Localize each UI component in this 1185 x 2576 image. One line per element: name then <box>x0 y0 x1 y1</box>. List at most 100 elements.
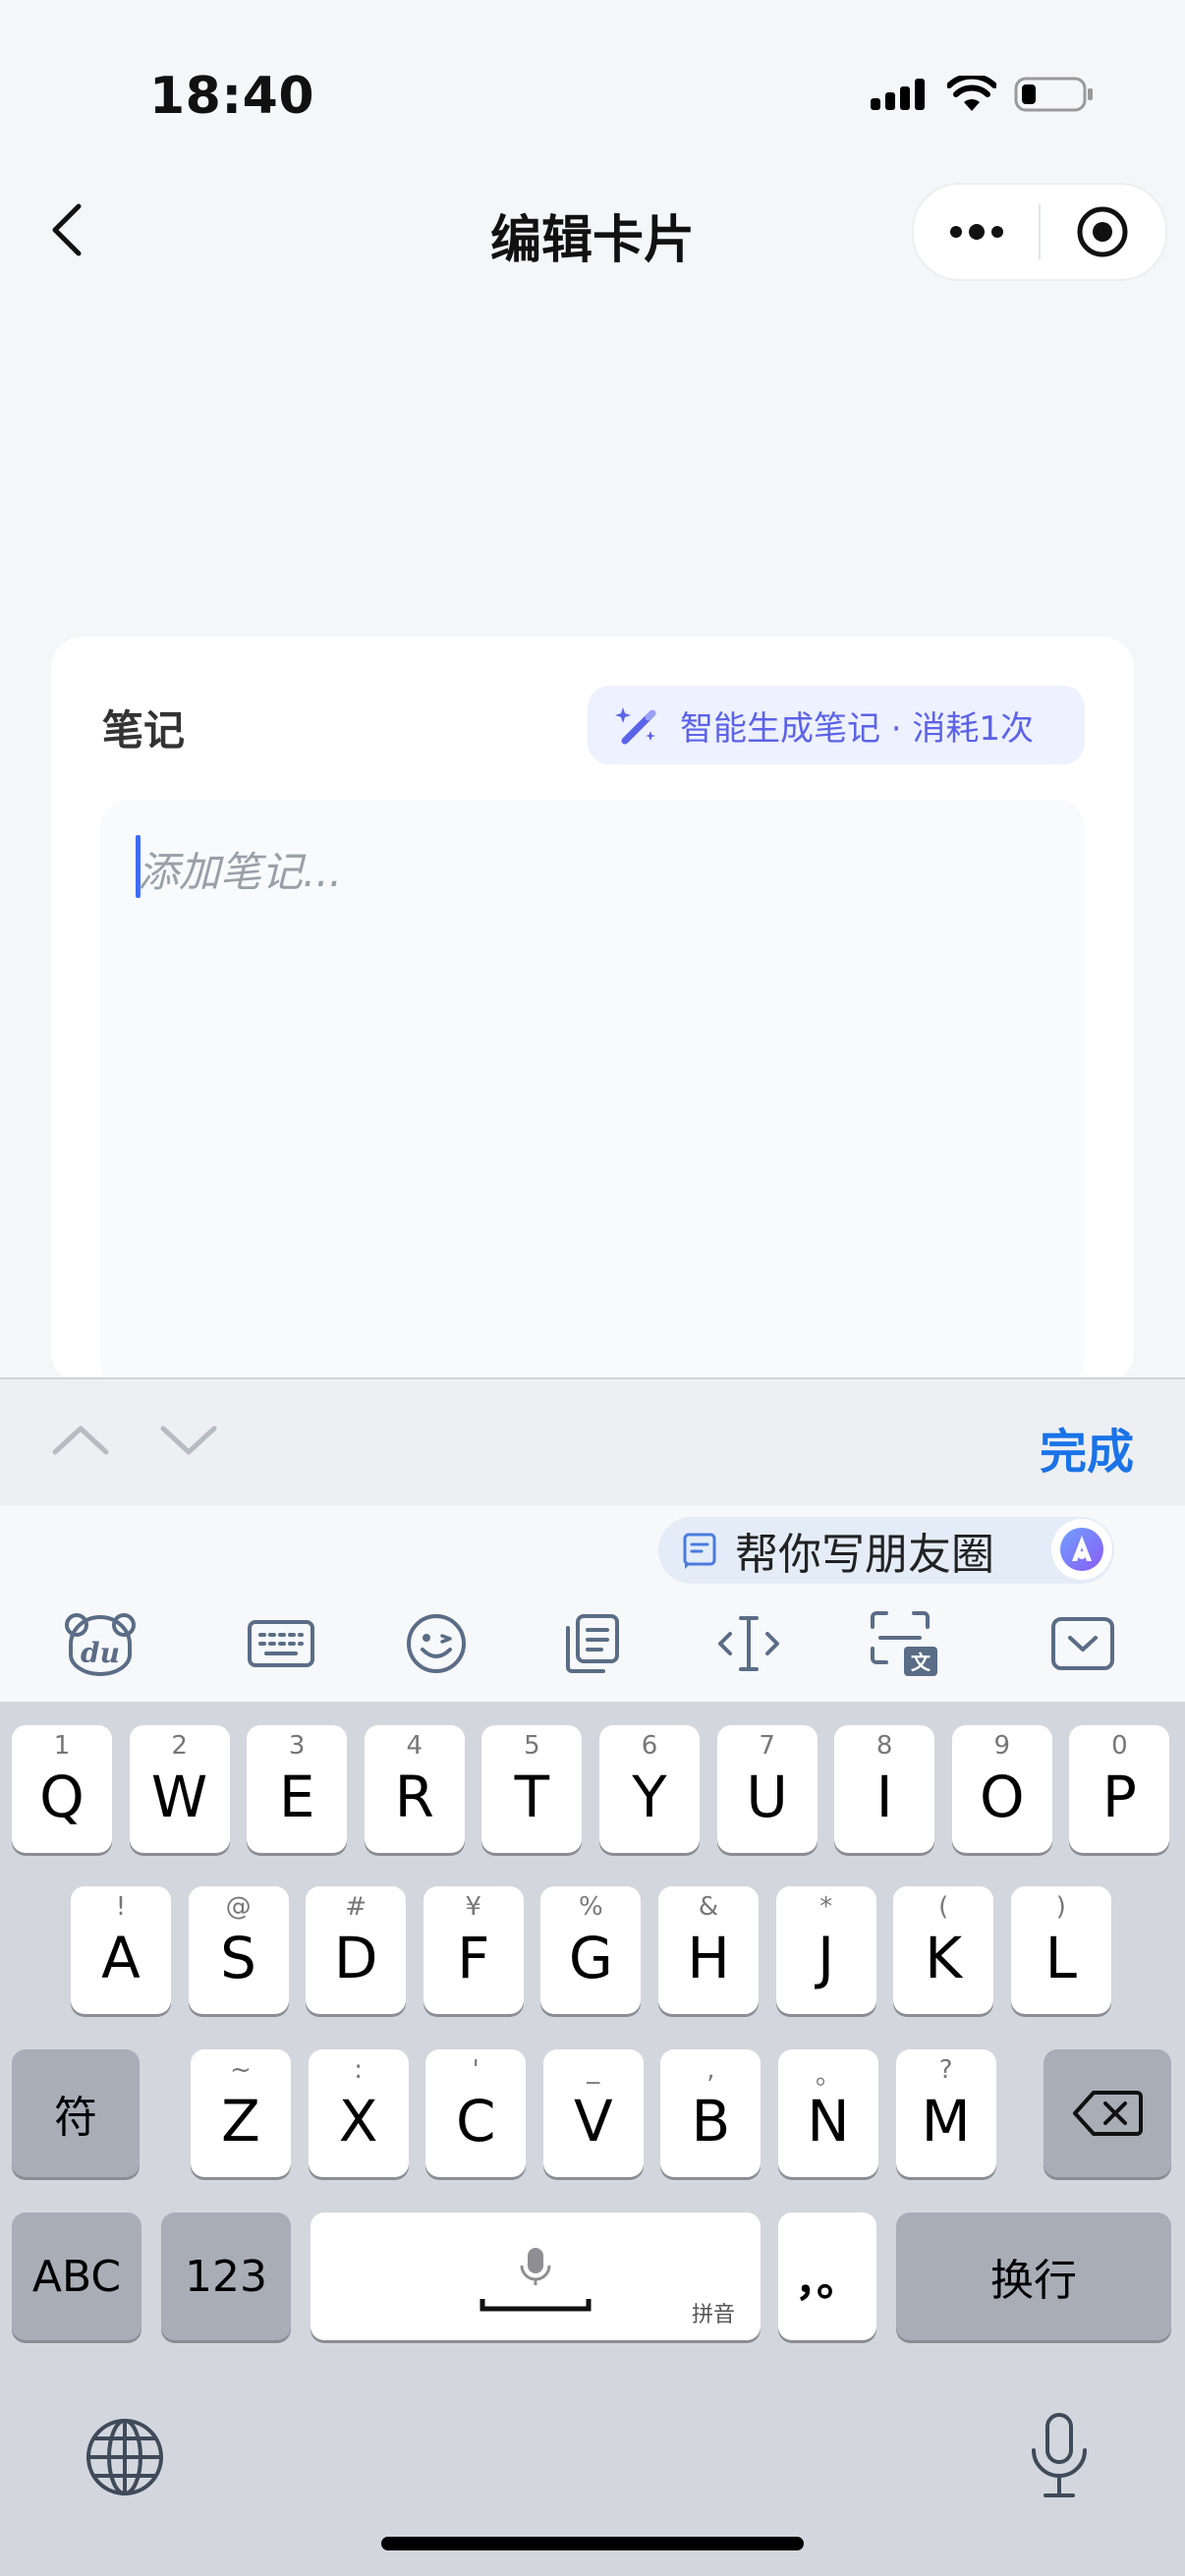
backspace-icon <box>1073 2091 1143 2136</box>
key-m[interactable]: ? M <box>895 2049 996 2177</box>
key-hint: 1 <box>53 1731 71 1761</box>
key-j[interactable]: * J <box>775 1886 876 2014</box>
key-label: G <box>568 1925 613 1991</box>
key-l[interactable]: ) L <box>1010 1886 1111 2014</box>
key-hint: @ <box>225 1892 252 1922</box>
key-i[interactable]: 8I <box>834 1725 935 1853</box>
key-c[interactable]: ' C <box>425 2049 527 2177</box>
key-p[interactable]: 0P <box>1069 1725 1170 1853</box>
clipboard-button[interactable] <box>552 1609 631 1678</box>
key-label: F <box>457 1925 490 1991</box>
miniprogram-capsule <box>912 183 1167 281</box>
scan-translate-button[interactable]: 文 <box>865 1609 943 1678</box>
key-label: E <box>278 1764 315 1830</box>
key-hint: 7 <box>759 1731 775 1761</box>
key-label: I <box>875 1764 893 1830</box>
key-label: L <box>1044 1925 1077 1991</box>
ai-generate-label: 智能生成笔记 · 消耗1次 <box>680 708 1035 749</box>
key-label: R <box>394 1764 434 1830</box>
key-s[interactable]: @ S <box>188 1886 289 2014</box>
dictation-microphone-icon[interactable] <box>1024 2411 1095 2501</box>
collapse-keyboard-button[interactable] <box>1044 1609 1122 1678</box>
key-label: D <box>333 1925 378 1991</box>
backspace-key[interactable] <box>1044 2049 1171 2177</box>
key-g[interactable]: % G <box>540 1886 642 2014</box>
key-hint: ! <box>115 1892 127 1922</box>
punctuation-key[interactable]: ，。 <box>778 2212 876 2340</box>
close-miniprogram-button[interactable] <box>1041 185 1165 279</box>
key-label: Z <box>221 2088 260 2155</box>
key-hint: ) <box>1055 1892 1066 1922</box>
symbol-key[interactable]: 符 <box>12 2049 140 2177</box>
key-r[interactable]: 4R <box>364 1725 465 1853</box>
ai-writing-suggestion-label: 帮你写朋友圈 <box>735 1530 994 1580</box>
key-f[interactable]: ¥ F <box>423 1886 524 2014</box>
wifi-icon <box>947 76 996 111</box>
next-field-chevron-down-icon[interactable] <box>159 1411 218 1470</box>
key-e[interactable]: 3E <box>247 1725 348 1853</box>
cursor-move-button[interactable] <box>709 1609 788 1678</box>
key-label: A <box>101 1925 141 1991</box>
emoji-face-icon <box>407 1614 466 1673</box>
ai-generate-note-button[interactable]: 智能生成笔记 · 消耗1次 <box>588 686 1085 764</box>
key-k[interactable]: (K <box>893 1886 994 2014</box>
ai-assistant-badge[interactable] <box>1051 1519 1112 1580</box>
key-hint: * <box>819 1892 833 1922</box>
emoji-button[interactable] <box>397 1609 476 1678</box>
space-key[interactable]: 拼音 <box>310 2212 761 2340</box>
note-pen-icon <box>683 1533 716 1569</box>
target-circle-icon <box>1077 206 1128 257</box>
key-hint: ¥ <box>465 1892 482 1922</box>
more-button[interactable] <box>914 185 1039 279</box>
key-hint: & <box>698 1892 719 1922</box>
keyboard-switch-button[interactable] <box>242 1609 320 1678</box>
home-indicator <box>381 2537 804 2550</box>
key-hint: 2 <box>171 1731 188 1761</box>
key-z[interactable]: ~ Z <box>191 2049 291 2177</box>
key-h[interactable]: & H <box>658 1886 759 2014</box>
key-label: M <box>921 2088 971 2155</box>
key-label: S <box>220 1925 256 1991</box>
key-a[interactable]: ! A <box>71 1886 171 2014</box>
key-hint: 5 <box>524 1731 540 1761</box>
key-label: N <box>807 2088 850 2155</box>
key-label: V <box>573 2088 613 2155</box>
done-button[interactable]: 完成 <box>1040 1413 1134 1482</box>
keyboard-icon <box>248 1620 314 1667</box>
key-b[interactable]: ,B <box>660 2049 762 2177</box>
key-n[interactable]: 。 N <box>778 2049 878 2177</box>
key-hint: ~ <box>230 2055 252 2085</box>
key-hint: # <box>345 1892 367 1922</box>
scan-translate-icon: 文 <box>871 1611 937 1676</box>
ai-writing-suggestion[interactable]: 帮你写朋友圈 <box>658 1517 1114 1584</box>
key-hint: , <box>706 2055 715 2085</box>
key-o[interactable]: 9O <box>951 1725 1052 1853</box>
abc-key[interactable]: ABC <box>12 2212 141 2340</box>
key-d[interactable]: # D <box>306 1886 407 2014</box>
key-label: Q <box>39 1764 85 1830</box>
bear-du-icon: du <box>65 1613 136 1676</box>
return-key[interactable]: 换行 <box>896 2212 1171 2340</box>
globe-icon[interactable] <box>85 2417 165 2497</box>
battery-icon <box>1014 77 1093 112</box>
key-hint: 8 <box>875 1731 893 1761</box>
key-label: C <box>455 2088 496 2155</box>
key-q[interactable]: 1Q <box>12 1725 112 1853</box>
previous-field-chevron-up-icon[interactable] <box>51 1411 110 1470</box>
key-hint: 9 <box>993 1731 1011 1761</box>
key-u[interactable]: 7U <box>716 1725 818 1853</box>
key-t[interactable]: 5T <box>481 1725 583 1853</box>
key-hint: 4 <box>406 1731 423 1761</box>
key-y[interactable]: 6Y <box>599 1725 700 1853</box>
ime-logo-button[interactable]: du <box>61 1609 140 1678</box>
note-placeholder: 添加笔记... <box>138 848 343 896</box>
number-key[interactable]: 123 <box>161 2212 291 2340</box>
note-label: 笔记 <box>102 706 186 755</box>
key-v[interactable]: _ V <box>542 2049 644 2177</box>
key-x[interactable]: :X <box>308 2049 409 2177</box>
key-label: T <box>514 1764 550 1830</box>
key-w[interactable]: 2W <box>129 1725 230 1853</box>
key-hint: ' <box>472 2055 480 2085</box>
key-label: B <box>691 2088 731 2155</box>
key-label: U <box>746 1764 788 1830</box>
